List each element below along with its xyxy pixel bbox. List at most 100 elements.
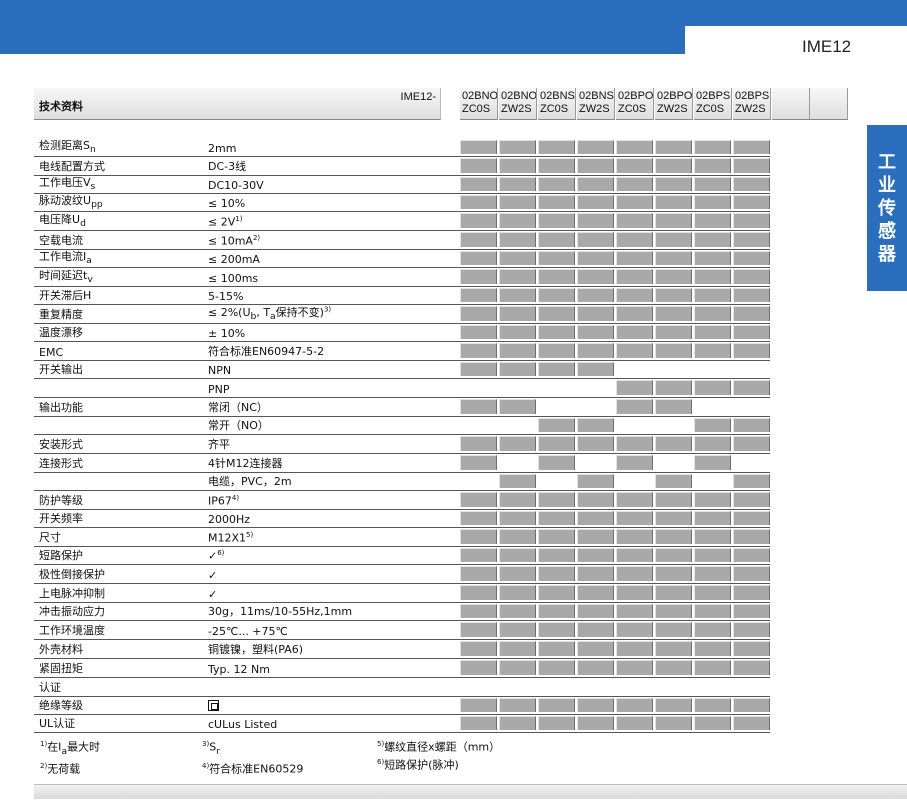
applicability-cell <box>733 529 770 544</box>
applicability-cell <box>733 492 770 507</box>
spec-value: NPN <box>208 364 231 377</box>
applicability-cell <box>616 660 653 675</box>
model-code-part: 02BPS <box>696 90 731 102</box>
applicability-cell <box>538 660 575 675</box>
applicability-cell <box>733 698 770 712</box>
spec-label: 连接形式 <box>39 455 83 471</box>
applicability-cell <box>655 232 692 247</box>
applicability-cell <box>577 474 614 488</box>
side-tab-industrial-sensors[interactable]: 工业传感器 <box>867 125 907 291</box>
spec-value-text: 符合标准EN60947-5-2 <box>208 345 325 358</box>
applicability-cell <box>499 158 536 173</box>
applicability-cell <box>655 177 692 191</box>
applicability-cell <box>733 195 770 209</box>
spec-value: 30g，11ms/10-55Hz,1mm <box>208 603 352 619</box>
applicability-cell <box>499 548 536 562</box>
footnotes-col-3: 5)螺纹直径x螺距（mm） 6)短路保护(脉冲) <box>377 737 500 772</box>
spec-label-text: 认证 <box>39 681 61 694</box>
spec-label-text: EMC <box>39 346 64 359</box>
spec-label-text: 脉动波纹U <box>39 193 92 207</box>
applicability-cell <box>655 548 692 562</box>
spec-row: 紧固扭矩 Typ. 12 Nm <box>34 659 770 678</box>
spec-value-text: ± 10% <box>208 327 246 340</box>
footnotes-col-2: 3)Sr 4)符合标准EN60529 <box>202 737 303 777</box>
applicability-cell <box>538 158 575 173</box>
applicability-cell <box>538 269 575 284</box>
applicability-cell <box>655 474 692 488</box>
applicability-cell <box>577 698 614 712</box>
spec-label: 工作电压Vs <box>39 174 95 192</box>
spec-value-text: ≤ 200mA <box>208 253 260 266</box>
spec-row: 电缆，PVC，2m <box>34 473 770 491</box>
spec-row: 温度漂移 ± 10% <box>34 324 770 342</box>
applicability-cell <box>655 158 692 173</box>
applicability-cell <box>499 585 536 600</box>
spec-row: 工作电流Ia ≤ 200mA <box>34 250 770 268</box>
applicability-cell <box>694 306 731 321</box>
spec-label-text: 重复精度 <box>39 308 83 321</box>
spec-row: 认证 <box>34 678 770 697</box>
applicability-cell <box>616 548 653 562</box>
model-column-header: 02BNO ZW2S <box>499 88 537 120</box>
model-code-part: 02BPO <box>657 90 693 102</box>
spec-value-text: 2mm <box>208 142 237 155</box>
model-code-part: ZW2S <box>657 103 688 115</box>
spec-value <box>208 699 219 713</box>
applicability-cell <box>577 232 614 247</box>
spec-value-text: 5-15% <box>208 290 244 303</box>
spec-row: UL认证 cULus Listed <box>34 715 770 733</box>
applicability-cell <box>460 288 497 302</box>
footnote-subscript: r <box>216 745 220 757</box>
spec-label-subscript: d <box>80 218 86 229</box>
section-title: 技术资料 <box>39 100 83 113</box>
spec-value: ≤ 10% <box>208 197 245 210</box>
spec-label: 绝缘等级 <box>39 697 83 713</box>
footnote: 3)Sr <box>202 737 303 759</box>
side-tab-char: 器 <box>878 243 896 265</box>
applicability-cell <box>577 213 614 228</box>
spec-value: DC10-30V <box>208 179 264 192</box>
footnotes-col-1: 1)在Ia最大时 2)无荷载 <box>40 737 100 777</box>
applicability-cell <box>694 251 731 265</box>
spec-value: IP674) <box>208 494 239 508</box>
spec-value-text: Typ. 12 Nm <box>208 663 270 676</box>
applicability-cell <box>694 418 731 432</box>
spec-row: 防护等级 IP674) <box>34 491 770 510</box>
footnote: 5)螺纹直径x螺距（mm） <box>377 737 500 755</box>
applicability-cell <box>616 269 653 284</box>
applicability-cell <box>499 511 536 525</box>
spec-value-text: ≤ 2%(U <box>208 305 251 319</box>
spec-label-subscript: n <box>89 144 96 155</box>
spec-label: UL认证 <box>39 715 75 731</box>
applicability-cell <box>538 716 575 730</box>
applicability-cell <box>694 288 731 302</box>
applicability-cell <box>577 288 614 302</box>
applicability-cell <box>616 529 653 544</box>
model-code-part: ZW2S <box>501 103 532 115</box>
applicability-cell <box>460 622 497 637</box>
double-square-icon <box>208 700 219 711</box>
spec-value: 齐平 <box>208 436 230 452</box>
applicability-cell <box>694 177 731 191</box>
applicability-cell <box>499 529 536 544</box>
spec-value: ✓ <box>208 588 217 601</box>
spec-value-text: 常开（NO） <box>208 419 269 432</box>
applicability-cell <box>460 585 497 600</box>
applicability-cell <box>460 548 497 562</box>
applicability-cell <box>733 660 770 675</box>
spec-row: 空载电流 ≤ 10mA2) <box>34 231 770 250</box>
spec-row: 上电脉冲抑制 ✓ <box>34 584 770 603</box>
applicability-cell <box>616 325 653 339</box>
applicability-cell <box>616 716 653 730</box>
applicability-cell <box>616 213 653 228</box>
empty-column-header <box>810 88 848 120</box>
applicability-cell <box>694 343 731 358</box>
spec-value: 铜镀镍，塑料(PA6) <box>208 641 303 657</box>
spec-label-text: 外壳材料 <box>39 643 83 656</box>
spec-label-text: 绝缘等级 <box>39 699 83 712</box>
applicability-cell <box>538 622 575 637</box>
spec-value-text: 4针M12连接器 <box>208 457 283 470</box>
applicability-cell <box>577 269 614 284</box>
applicability-cell <box>694 716 731 730</box>
applicability-cell <box>499 698 536 712</box>
